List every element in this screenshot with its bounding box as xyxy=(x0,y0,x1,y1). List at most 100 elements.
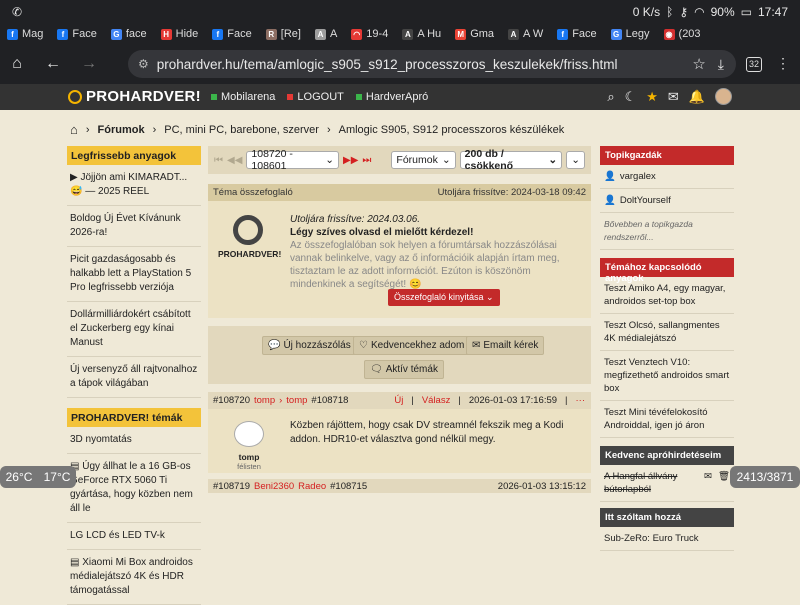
post-author[interactable]: tomp xyxy=(228,452,270,462)
browser-tab[interactable]: ◠ 19-4 xyxy=(344,24,395,44)
back-icon[interactable]: ← xyxy=(42,53,64,75)
forum-select[interactable]: Fórumok ⌄ xyxy=(391,151,456,169)
snowman-avatar[interactable] xyxy=(234,421,264,447)
new-post-link[interactable]: Új xyxy=(394,395,403,406)
related-article-link[interactable]: Teszt Venztech V10: megfizethető android… xyxy=(600,351,734,401)
tab-label: A xyxy=(329,28,338,40)
key-icon: ⚷ xyxy=(679,5,689,19)
active-topics-button[interactable]: 🗨 Aktív témák xyxy=(364,360,444,379)
browser-tab[interactable]: R [Re] xyxy=(259,24,308,44)
owner-row[interactable]: 👤 vargalex xyxy=(600,165,734,189)
user-avatar-icon: 👤 xyxy=(604,195,616,206)
ad-title[interactable]: A Hangfal állvány bútorlapból xyxy=(604,470,698,496)
related-article-link[interactable]: Teszt Amiko A4, egy magyar, androidos se… xyxy=(600,277,734,314)
clock: 17:47 xyxy=(757,5,788,19)
topic-link[interactable]: ▤ Úgy állhat le a 16 GB-os GeForce RTX 5… xyxy=(67,454,201,523)
browser-tab[interactable]: AA xyxy=(308,24,344,44)
reply-link[interactable]: Válasz xyxy=(422,395,451,406)
related-article-link[interactable]: Teszt Mini tévéfelokosító Androiddal, ig… xyxy=(600,401,734,438)
browser-tab[interactable]: M Gma xyxy=(448,24,501,44)
first-page-icon[interactable]: ⏮ xyxy=(214,155,223,166)
dark-mode-icon[interactable]: ☾ xyxy=(625,89,637,105)
trash-icon[interactable]: 🗑 xyxy=(718,470,730,496)
left-sidebar: Legfrissebb anyagok ▶ Jöjjön ami KIMARAD… xyxy=(67,146,201,605)
last-page-icon[interactable]: ⏭ xyxy=(362,155,371,166)
post2-id[interactable]: #108719 xyxy=(213,481,250,492)
inbox-icon[interactable]: ✉ xyxy=(668,89,679,105)
site-info-icon[interactable]: ⚙ xyxy=(138,57,149,71)
home-icon[interactable]: ⌂ xyxy=(6,53,28,75)
post-id[interactable]: #108720 xyxy=(213,395,250,406)
user-avatar[interactable] xyxy=(715,88,732,105)
expand-summary-button[interactable]: Összefoglaló kinyitása ⌄ xyxy=(388,289,500,306)
ad-row[interactable]: A Hangfal állvány bútorlapból ✉ 🗑 xyxy=(600,465,734,502)
battery-icon: ▭ xyxy=(740,5,752,19)
topic-link[interactable]: 3D nyomtatás xyxy=(67,427,201,454)
related-article-link[interactable]: Teszt Olcsó, sallangmentes 4K médialeját… xyxy=(600,314,734,351)
network-speed: 0 K/s xyxy=(632,5,661,19)
breadcrumb: ⌂ › Fórumok › PC, mini PC, barebone, sze… xyxy=(70,122,565,137)
breadcrumb-topic[interactable]: Amlogic S905, S912 processzoros készülék… xyxy=(339,124,565,136)
tab-favicon-icon: G xyxy=(110,28,122,40)
bookmark-star-icon[interactable]: ☆ xyxy=(692,55,705,73)
browser-tab[interactable]: H Hide xyxy=(154,24,206,44)
android-status-bar: ✆ 0 K/s ᛒ ⚷ ◠ 90% ▭ 17:47 xyxy=(0,0,800,24)
post-username[interactable]: tomp xyxy=(254,395,275,406)
favorites-star-icon[interactable]: ★ xyxy=(646,89,658,105)
article-link[interactable]: Boldog Új Évet Kívánunk 2026-ra! xyxy=(67,206,201,247)
article-link[interactable]: Picit gazdaságosabb és halkabb lett a Pl… xyxy=(67,247,201,302)
tab-count-button[interactable]: 32 xyxy=(746,57,762,72)
mail-icon[interactable]: ✉ xyxy=(704,470,712,496)
tab-label: Face xyxy=(227,28,252,40)
my-post-item[interactable]: Sub-ZeRo: Euro Truck xyxy=(600,527,734,551)
browser-tab[interactable]: ◉ (203 xyxy=(657,24,708,44)
notifications-bell-icon[interactable]: 🔔 xyxy=(689,89,705,105)
owner-row[interactable]: 👤 DoltYourself xyxy=(600,189,734,213)
nav-link[interactable]: HardverApró xyxy=(355,91,429,103)
email-subscribe-button[interactable]: ✉ Emailt kérek xyxy=(466,336,545,355)
post2-reply-to[interactable]: Radeo xyxy=(298,481,326,492)
site-logo[interactable]: PROHARDVER! xyxy=(68,88,201,105)
browser-tab[interactable]: f Face xyxy=(550,24,603,44)
browser-tab[interactable]: AA Hu xyxy=(395,24,448,44)
more-options-icon[interactable]: ··· xyxy=(576,395,586,406)
new-post-button[interactable]: 💬 Új hozzászólás xyxy=(262,336,357,355)
address-bar[interactable]: ⚙ prohardver.hu/tema/amlogic_s905_s912_p… xyxy=(128,50,736,78)
prev-page-icon[interactable]: ◀◀ xyxy=(227,155,242,166)
article-link[interactable]: Új versenyző áll rajtvonalhoz a tápok vi… xyxy=(67,357,201,398)
post2-reply-id[interactable]: #108715 xyxy=(330,481,367,492)
reply-to-id[interactable]: #108718 xyxy=(311,395,348,406)
owner-name[interactable]: DoltYourself xyxy=(620,194,671,207)
browser-tab[interactable]: AA W xyxy=(501,24,550,44)
owners-more-link[interactable]: Bővebben a topikgazda rendszerről... xyxy=(600,213,734,250)
browser-tab[interactable]: Gface xyxy=(104,24,154,44)
search-icon[interactable]: ⌕ xyxy=(607,89,614,105)
menu-dots-icon[interactable]: ⋮ xyxy=(776,55,790,72)
browser-tab[interactable]: f Face xyxy=(50,24,103,44)
topic-link[interactable]: LG LCD és LED TV-k xyxy=(67,523,201,550)
nav-link-label: HardverApró xyxy=(365,91,429,103)
breadcrumb-forums[interactable]: Fórumok xyxy=(98,124,145,136)
collapse-toggle-button[interactable]: ⌄ xyxy=(566,151,585,169)
owner-name[interactable]: vargalex xyxy=(620,170,656,183)
add-favorite-button[interactable]: ♡ Kedvencekhez adom xyxy=(353,336,471,355)
browser-tab[interactable]: f Face xyxy=(205,24,258,44)
article-link[interactable]: ▶ Jöjjön ami KIMARADT... 😅 — 2025 REEL xyxy=(67,165,201,206)
post2-username[interactable]: Beni2360 xyxy=(254,481,294,492)
per-page-select[interactable]: 200 db / csökkenő ⌄ xyxy=(459,148,563,172)
topic-main: ⏮ ◀◀ 108720 - 108601 ⌄ ▶▶ ⏭ Fórumok ⌄ 200 … xyxy=(208,146,591,493)
topic-link[interactable]: ▤ Xiaomi Mi Box androidos médialejátszó … xyxy=(67,550,201,605)
browser-tab[interactable]: f Mag xyxy=(0,24,50,44)
breadcrumb-category[interactable]: PC, mini PC, barebone, szerver xyxy=(164,124,319,136)
home-icon[interactable]: ⌂ xyxy=(70,122,78,137)
download-icon[interactable]: ⤓ xyxy=(718,56,724,73)
nav-link[interactable]: LOGOUT xyxy=(287,91,344,103)
comment-icon: 💬 xyxy=(268,340,281,351)
reply-to-user[interactable]: tomp xyxy=(286,395,307,406)
browser-tab[interactable]: G Legy xyxy=(604,24,657,44)
forward-icon[interactable]: → xyxy=(78,53,100,75)
nav-link[interactable]: Mobilarena xyxy=(211,91,275,103)
next-page-icon[interactable]: ▶▶ xyxy=(343,155,358,166)
page-range-select[interactable]: 108720 - 108601 ⌄ xyxy=(246,148,340,172)
article-link[interactable]: Dollármilliárdokért csábított el Zuckerb… xyxy=(67,302,201,357)
